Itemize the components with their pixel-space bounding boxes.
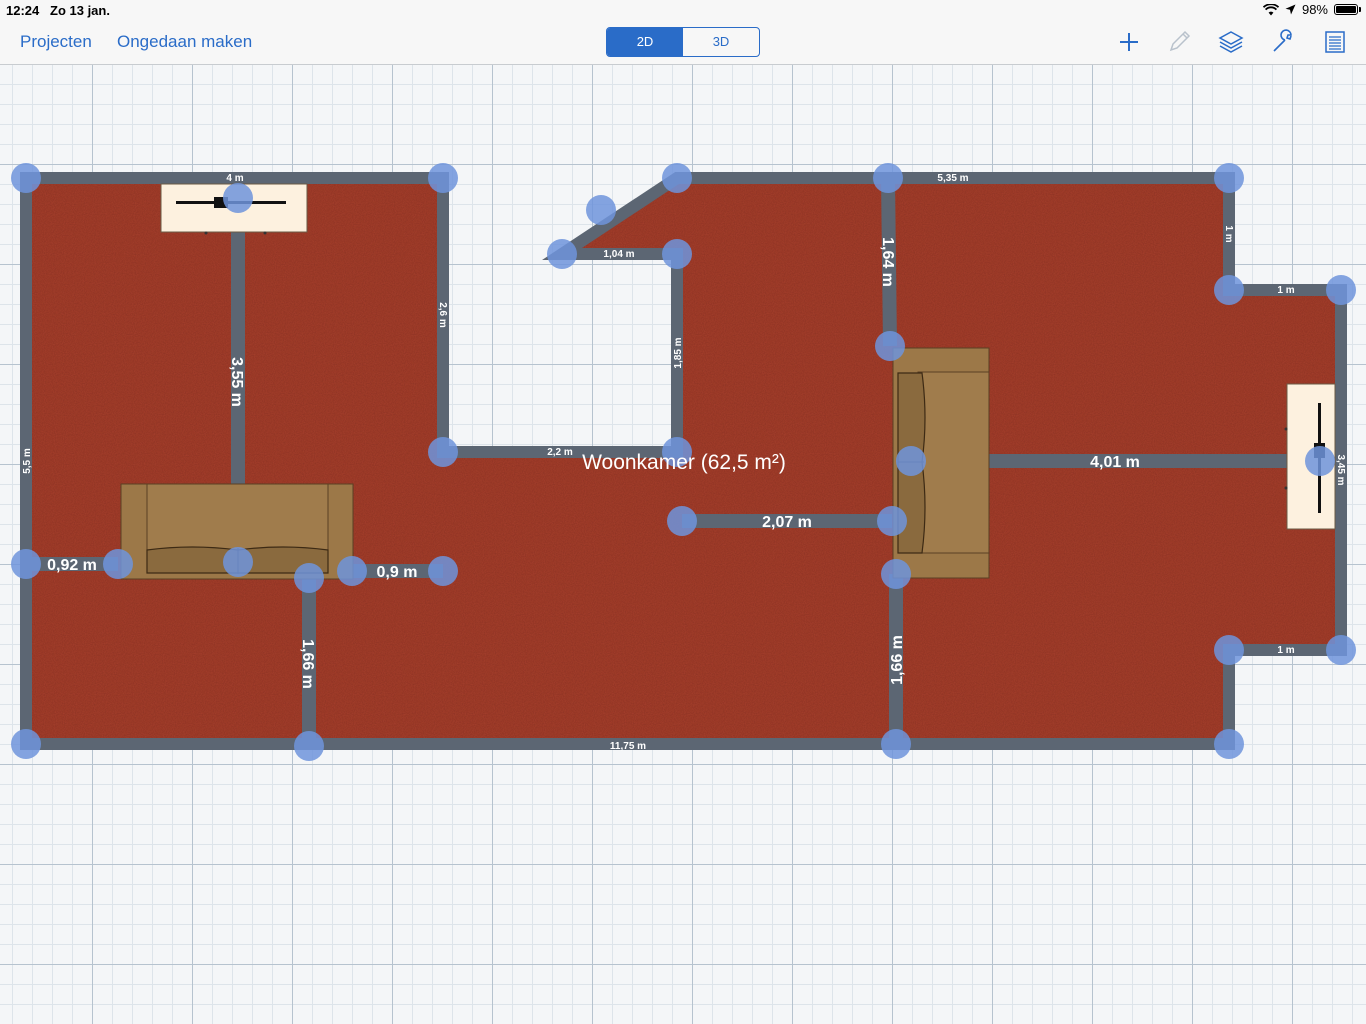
corner-handle[interactable]: [1326, 635, 1356, 665]
dim-top-left-wall: 4 m: [226, 173, 243, 184]
dim-right-bump-top: 1 m: [1277, 285, 1294, 296]
corner-handle[interactable]: [586, 195, 616, 225]
list-icon[interactable]: [1322, 29, 1348, 55]
corner-handle[interactable]: [877, 506, 907, 536]
corner-handle[interactable]: [1214, 729, 1244, 759]
corner-handle[interactable]: [428, 163, 458, 193]
corner-handle[interactable]: [223, 547, 253, 577]
measure-horizontal-right: 4,01 m: [1090, 454, 1140, 471]
wrench-icon[interactable]: [1270, 29, 1296, 55]
status-right: 98%: [1262, 2, 1361, 17]
dim-right-bump-vertical: 3,45 m: [1335, 454, 1346, 485]
battery-percentage: 98%: [1301, 2, 1328, 17]
measure-vertical-top-right: 1,64 m: [879, 237, 896, 287]
corner-handle[interactable]: [662, 163, 692, 193]
corner-handle[interactable]: [428, 556, 458, 586]
measure-vertical-bottom-left: 1,66 m: [299, 639, 316, 689]
dim-top-right-wall: 5,35 m: [937, 173, 968, 184]
corner-handle[interactable]: [1214, 163, 1244, 193]
corner-handle[interactable]: [1214, 275, 1244, 305]
dim-right-top-vertical: 1 m: [1223, 225, 1234, 242]
corner-handle[interactable]: [11, 163, 41, 193]
corner-handle[interactable]: [11, 729, 41, 759]
view-3d-tab[interactable]: 3D: [683, 28, 759, 56]
measure-vertical-bottom-right: 1,66 m: [889, 635, 906, 685]
undo-button[interactable]: Ongedaan maken: [117, 32, 252, 52]
location-arrow-icon: [1285, 4, 1296, 15]
measure-horizontal-center: 2,07 m: [762, 514, 812, 531]
dim-inner-vertical-left: 2,6 m: [437, 302, 448, 328]
view-mode-switch: 2D 3D: [606, 27, 760, 57]
corner-handle[interactable]: [294, 731, 324, 761]
corner-handle[interactable]: [896, 446, 926, 476]
measure-horizontal-left: 0,92 m: [47, 557, 97, 574]
plus-icon[interactable]: [1116, 29, 1142, 55]
dim-bottom-wall: 11,75 m: [610, 741, 646, 752]
wifi-icon: [1262, 3, 1279, 15]
corner-handle[interactable]: [337, 556, 367, 586]
status-bar: 12:24 Zo 13 jan. 98%: [0, 0, 1366, 20]
status-date: Zo 13 jan.: [50, 3, 110, 18]
floorplan-canvas[interactable]: 4 m 5,35 m 11,75 m 5,5 m 2,6 m 2,2 m 1,8…: [0, 64, 1366, 1024]
corner-handle[interactable]: [103, 549, 133, 579]
layers-icon[interactable]: [1218, 29, 1244, 55]
dim-notch-top: 1,04 m: [603, 249, 634, 260]
corner-handle[interactable]: [881, 559, 911, 589]
corner-handle[interactable]: [294, 563, 324, 593]
corner-handle[interactable]: [875, 331, 905, 361]
measure-horizontal-mid: 0,9 m: [377, 564, 418, 581]
corner-handle[interactable]: [11, 549, 41, 579]
nav-bar: Projecten Ongedaan maken 2D 3D: [0, 20, 1366, 65]
dim-right-bump-bottom: 1 m: [1277, 645, 1294, 656]
view-2d-tab[interactable]: 2D: [607, 28, 683, 56]
corner-handle[interactable]: [667, 506, 697, 536]
dim-left-wall: 5,5 m: [22, 448, 33, 474]
corner-handle[interactable]: [1305, 446, 1335, 476]
corner-handle[interactable]: [1214, 635, 1244, 665]
projects-button[interactable]: Projecten: [20, 32, 92, 52]
pencil-icon[interactable]: [1166, 29, 1192, 55]
measure-vertical-left: 3,55 m: [228, 357, 245, 407]
dim-inner-horizontal-bottom: 2,2 m: [547, 447, 573, 458]
status-time: 12:24: [6, 3, 40, 18]
corner-handle[interactable]: [428, 437, 458, 467]
corner-handle[interactable]: [223, 183, 253, 213]
room-label[interactable]: Woonkamer (62,5 m²): [582, 451, 786, 474]
corner-handle[interactable]: [881, 729, 911, 759]
dim-inner-vertical-right: 1,85 m: [673, 337, 684, 368]
corner-handle[interactable]: [873, 163, 903, 193]
corner-handle[interactable]: [662, 239, 692, 269]
battery-level: [1336, 6, 1356, 13]
corner-handle[interactable]: [1326, 275, 1356, 305]
corner-handle[interactable]: [547, 239, 577, 269]
battery-icon: [1334, 4, 1361, 15]
